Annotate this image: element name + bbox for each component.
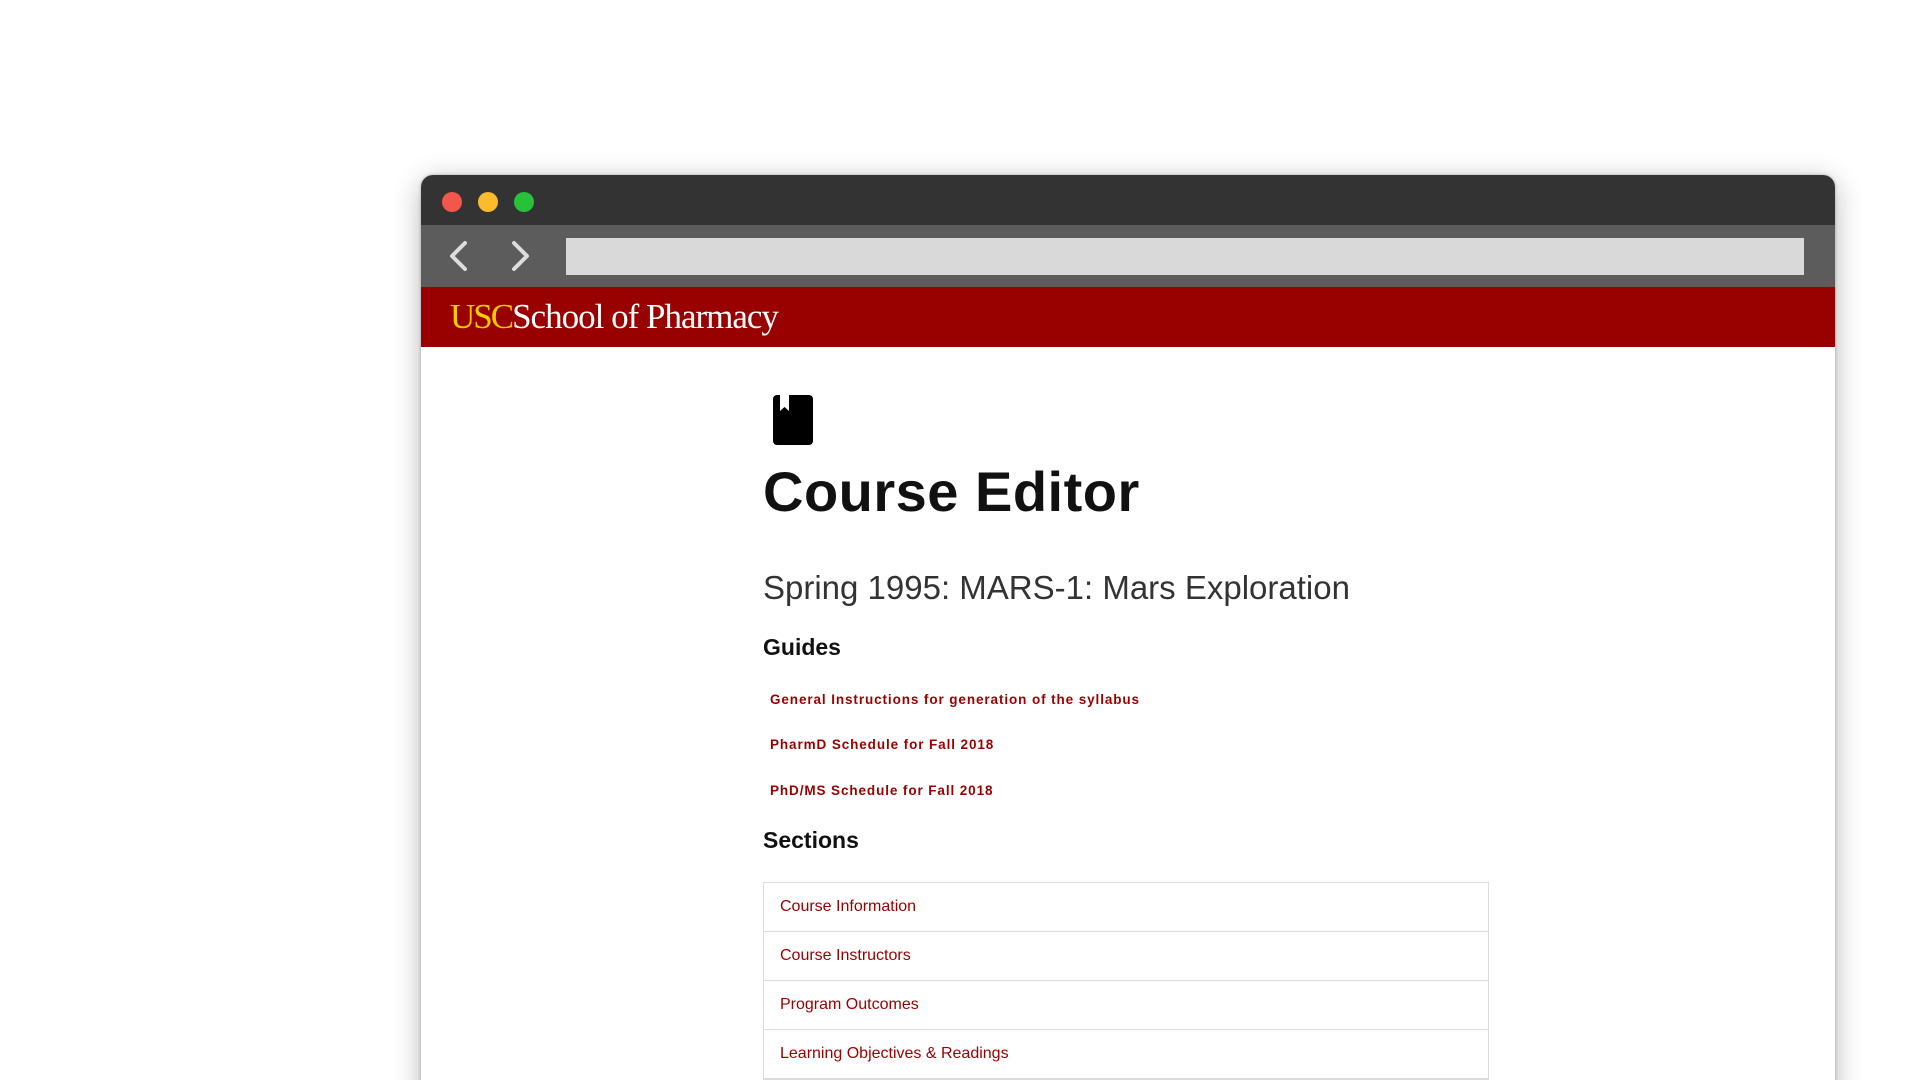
guides-heading: Guides	[763, 634, 841, 660]
screen-background: USCSchool of Pharmacy Course Editor Spri…	[0, 0, 1920, 1080]
logo-usc-text: USC	[450, 297, 514, 336]
book-icon	[773, 395, 813, 445]
sections-list: Course Information Course Instructors Pr…	[763, 882, 1489, 1080]
section-item-course-information[interactable]: Course Information	[764, 883, 1488, 932]
browser-navbar	[421, 225, 1835, 287]
sections-heading: Sections	[763, 827, 859, 853]
section-item-learning-objectives[interactable]: Learning Objectives & Readings	[764, 1030, 1488, 1079]
page-title: Course Editor	[763, 460, 1140, 523]
address-bar[interactable]	[566, 238, 1804, 275]
guide-link-pharmd-schedule[interactable]: PharmD Schedule for Fall 2018	[770, 737, 994, 752]
section-item-course-instructors[interactable]: Course Instructors	[764, 932, 1488, 981]
chevron-right-icon	[512, 241, 529, 271]
section-item-program-outcomes[interactable]: Program Outcomes	[764, 981, 1488, 1030]
site-header: USCSchool of Pharmacy	[421, 287, 1835, 347]
window-close-button[interactable]	[442, 192, 462, 212]
usc-pharmacy-logo[interactable]: USCSchool of Pharmacy	[450, 295, 779, 339]
window-minimize-button[interactable]	[478, 192, 498, 212]
logo-school-text: School of Pharmacy	[512, 297, 779, 336]
guide-link-phd-ms-schedule[interactable]: PhD/MS Schedule for Fall 2018	[770, 783, 993, 798]
browser-titlebar	[421, 175, 1835, 225]
window-maximize-button[interactable]	[514, 192, 534, 212]
chevron-left-icon	[450, 241, 467, 271]
guide-link-general-instructions[interactable]: General Instructions for generation of t…	[770, 692, 1140, 707]
forward-button[interactable]	[500, 237, 538, 275]
browser-window: USCSchool of Pharmacy Course Editor Spri…	[421, 175, 1835, 1080]
back-button[interactable]	[441, 237, 479, 275]
course-subtitle: Spring 1995: MARS-1: Mars Exploration	[763, 569, 1350, 606]
